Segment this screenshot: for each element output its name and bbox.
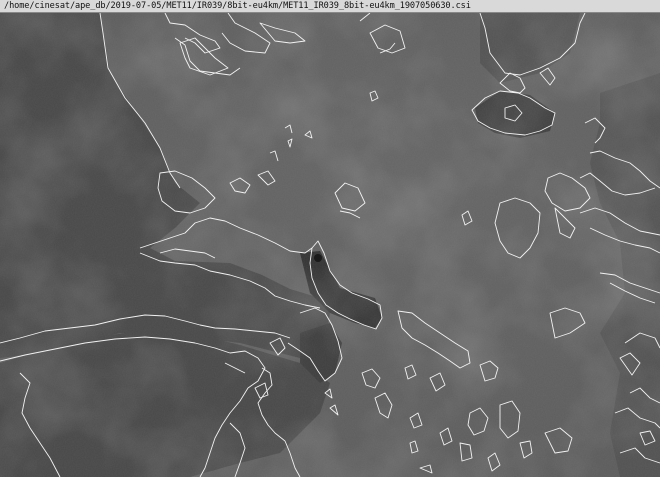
hot-spot xyxy=(314,254,322,262)
satellite-viewer: /home/cinesat/ape_db/2019-07-05/MET11/IR… xyxy=(0,0,660,477)
ir-satellite-canvas xyxy=(0,13,660,477)
title-bar: /home/cinesat/ape_db/2019-07-05/MET11/IR… xyxy=(0,0,660,13)
satellite-image[interactable] xyxy=(0,13,660,477)
file-path-title: /home/cinesat/ape_db/2019-07-05/MET11/IR… xyxy=(4,1,471,11)
